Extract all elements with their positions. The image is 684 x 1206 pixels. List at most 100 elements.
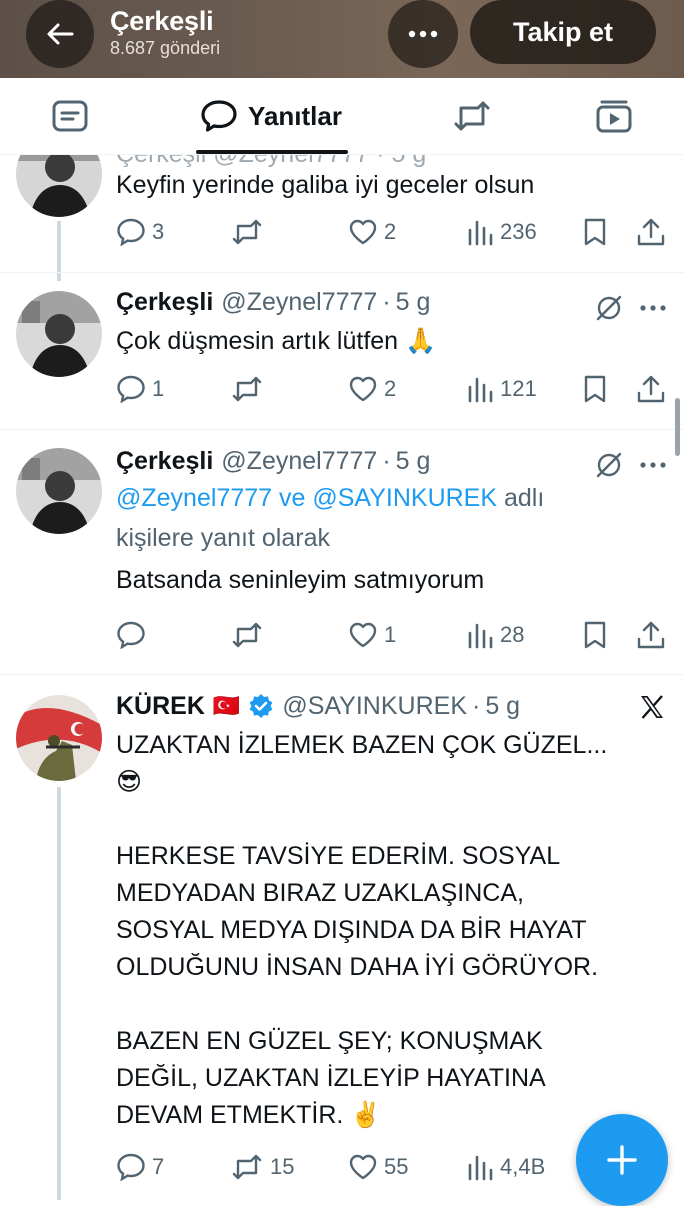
- tweet-text: Keyfin yerinde galiba iyi geceler olsun: [116, 171, 535, 199]
- views-icon: [466, 218, 494, 246]
- share-button[interactable]: [636, 216, 666, 248]
- like-icon: [348, 621, 378, 649]
- author-handle[interactable]: @Zeynel7777: [221, 447, 377, 476]
- separator-dot: ·: [382, 287, 391, 316]
- share-button[interactable]: [636, 619, 666, 651]
- muted-icon[interactable]: [594, 293, 624, 323]
- share-icon: [636, 620, 666, 650]
- like-count: 55: [384, 1154, 409, 1179]
- bookmark-button[interactable]: [582, 216, 608, 248]
- tab-posts[interactable]: [40, 78, 100, 154]
- reply-icon: [116, 218, 146, 246]
- separator-dot: ·: [382, 446, 391, 475]
- like-count: 2: [384, 376, 397, 401]
- author-name[interactable]: KÜREK: [116, 692, 205, 721]
- repost-button[interactable]: [230, 619, 270, 651]
- repost-count: 15: [270, 1154, 295, 1179]
- bookmark-button[interactable]: [582, 619, 608, 651]
- views-count: 236: [500, 219, 537, 244]
- bookmark-icon: [582, 374, 608, 404]
- avatar[interactable]: [16, 448, 102, 534]
- tweet-time[interactable]: 5 g: [485, 692, 520, 721]
- author-name[interactable]: Çerkeşli: [116, 288, 213, 317]
- mention-link[interactable]: @Zeynel7777: [116, 484, 272, 512]
- replies-feed[interactable]: Çerkeşli @Zeynel7777 · 5 g Keyfin yerind…: [0, 155, 684, 1200]
- tweet-time[interactable]: 5 g: [396, 447, 431, 476]
- author-handle[interactable]: @SAYINKUREK: [282, 692, 467, 721]
- tab-reposts[interactable]: [442, 78, 502, 154]
- share-icon: [636, 374, 666, 404]
- like-button[interactable]: 1: [348, 619, 396, 651]
- repost-button[interactable]: [230, 373, 270, 405]
- reply-context-line2: kişilere yanıt olarak: [116, 524, 330, 552]
- tweet[interactable]: Çerkeşli @Zeynel7777 · 5 g Çok düşmesin …: [0, 273, 684, 429]
- like-count: 2: [384, 219, 397, 244]
- views-count: 4,4B: [500, 1154, 546, 1179]
- reply-context: @Zeynel7777 ve @SAYINKUREK adlı kişilere…: [116, 478, 666, 558]
- avatar[interactable]: [16, 155, 102, 217]
- like-button[interactable]: 2: [348, 216, 396, 248]
- views-button[interactable]: 4,4B: [466, 1151, 545, 1183]
- reply-suffix: adlı: [503, 484, 545, 512]
- repost-icon: [230, 218, 264, 246]
- more-horizontal-icon[interactable]: [640, 461, 666, 469]
- repost-icon: [230, 1153, 264, 1181]
- post-count: 8.687 gönderi: [110, 38, 221, 58]
- reply-button[interactable]: 1: [116, 373, 164, 405]
- separator-dot: ·: [472, 691, 481, 720]
- repost-button[interactable]: 15: [230, 1151, 294, 1183]
- like-button[interactable]: 2: [348, 373, 396, 405]
- bookmark-button[interactable]: [582, 373, 608, 405]
- tweet-text: Çok düşmesin artık lütfen 🙏: [116, 327, 437, 355]
- profile-name: Çerkeşli: [110, 6, 214, 36]
- tweet[interactable]: Çerkeşli @Zeynel7777 · 5 g @Zeynel7777 v…: [0, 430, 684, 674]
- profile-header: Çerkeşli 8.687 gönderi Takip et: [0, 0, 684, 78]
- follow-button[interactable]: Takip et: [470, 0, 656, 64]
- tab-media[interactable]: [584, 78, 644, 154]
- reply-icon: [116, 621, 146, 649]
- tweet[interactable]: KÜREK 🇹🇷 @SAYINKUREK · 5 g UZAKTAN İZLEM…: [0, 675, 684, 1200]
- scrollbar[interactable]: [675, 398, 680, 456]
- avatar[interactable]: [16, 695, 102, 781]
- reply-icon: [116, 375, 146, 403]
- tweet[interactable]: Çerkeşli @Zeynel7777 · 5 g Keyfin yerind…: [0, 155, 684, 281]
- more-horizontal-icon[interactable]: [640, 304, 666, 312]
- profile-tabs: Yanıtlar: [0, 78, 684, 155]
- active-tab-indicator: [196, 150, 348, 154]
- repost-icon: [230, 621, 264, 649]
- compose-plus-icon: [605, 1143, 639, 1177]
- mention-link[interactable]: @SAYINKUREK: [312, 484, 497, 512]
- author-handle[interactable]: @Zeynel7777: [221, 288, 377, 317]
- avatar[interactable]: [16, 291, 102, 377]
- media-tab-icon: [596, 99, 632, 133]
- flag-emoji: 🇹🇷: [212, 693, 241, 718]
- tweet-actions: 3 2 236: [116, 216, 668, 248]
- reply-button[interactable]: [116, 619, 152, 651]
- like-button[interactable]: 55: [348, 1151, 408, 1183]
- tweet-text: UZAKTAN İZLEMEK BAZEN ÇOK GÜZEL... 😎 HER…: [116, 731, 608, 1129]
- views-button[interactable]: 236: [466, 216, 537, 248]
- reply-button[interactable]: 3: [116, 216, 164, 248]
- views-icon: [466, 1153, 494, 1181]
- share-button[interactable]: [636, 373, 666, 405]
- tweet-header: Çerkeşli @Zeynel7777 · 5 g: [116, 285, 666, 319]
- like-icon: [348, 375, 378, 403]
- more-button[interactable]: [388, 0, 458, 68]
- back-button[interactable]: [26, 0, 94, 68]
- repost-button[interactable]: [230, 216, 270, 248]
- tweet-actions: 1 2 121: [116, 373, 668, 405]
- views-button[interactable]: 28: [466, 619, 524, 651]
- reply-count: 7: [152, 1154, 165, 1179]
- reposts-tab-icon: [452, 99, 492, 133]
- tweet-header: KÜREK 🇹🇷 @SAYINKUREK · 5 g: [116, 689, 666, 723]
- muted-icon[interactable]: [594, 450, 624, 480]
- author-name[interactable]: Çerkeşli: [116, 447, 213, 476]
- views-button[interactable]: 121: [466, 373, 537, 405]
- reply-button[interactable]: 7: [116, 1151, 164, 1183]
- tweet-actions: 1 28: [116, 619, 668, 651]
- tab-replies[interactable]: Yanıtlar: [186, 78, 356, 154]
- verified-icon: [248, 693, 274, 719]
- compose-button[interactable]: [576, 1114, 668, 1206]
- tweet-time[interactable]: 5 g: [396, 288, 431, 317]
- views-icon: [466, 621, 494, 649]
